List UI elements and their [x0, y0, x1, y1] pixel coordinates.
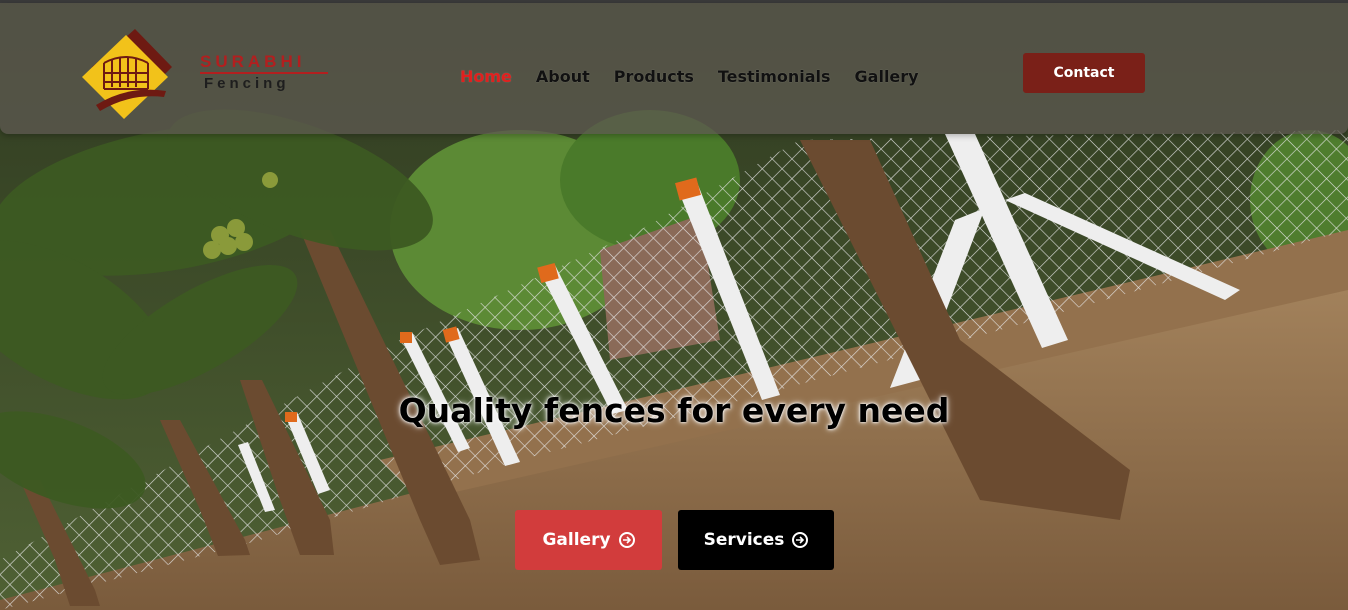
- arrow-circle-right-icon: [618, 532, 635, 548]
- nav-item-home[interactable]: Home: [460, 66, 512, 88]
- services-button-label: Services: [703, 530, 785, 550]
- nav-item-testimonials[interactable]: Testimonials: [718, 66, 831, 88]
- nav-item-about[interactable]: About: [536, 66, 590, 88]
- fence-logo-icon[interactable]: [80, 27, 180, 121]
- site-header: SURABHI Fencing Home About Products Test…: [0, 3, 1348, 134]
- services-button[interactable]: Services: [678, 510, 834, 570]
- brand-wordmark[interactable]: SURABHI Fencing: [200, 53, 328, 92]
- brand-name: SURABHI: [200, 52, 306, 71]
- hero-headline: Quality fences for every need: [398, 391, 950, 430]
- main-nav: Home About Products Testimonials Gallery: [460, 66, 943, 88]
- nav-item-gallery[interactable]: Gallery: [855, 66, 919, 88]
- brand-divider: [200, 72, 328, 74]
- arrow-circle-right-icon: [792, 532, 809, 548]
- brand-tagline: Fencing: [204, 75, 290, 92]
- gallery-button[interactable]: Gallery: [515, 510, 662, 570]
- gallery-button-label: Gallery: [542, 530, 611, 550]
- nav-item-products[interactable]: Products: [614, 66, 694, 88]
- contact-button[interactable]: Contact: [1023, 53, 1145, 93]
